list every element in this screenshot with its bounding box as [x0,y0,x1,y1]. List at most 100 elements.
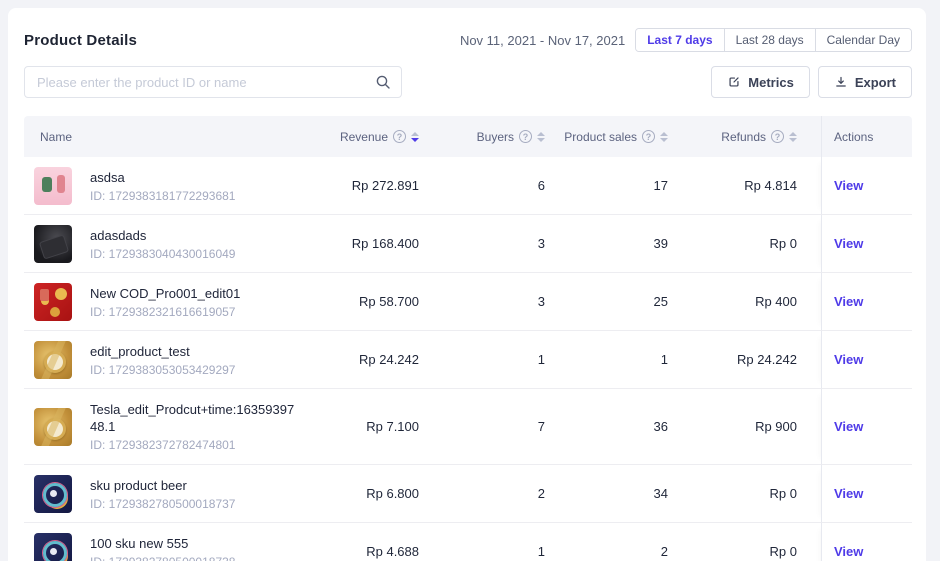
date-controls: Nov 11, 2021 - Nov 17, 2021 Last 7 days … [460,28,912,52]
date-range-label: Nov 11, 2021 - Nov 17, 2021 [460,33,625,48]
table-header-revenue[interactable]: Revenue ? [304,116,443,157]
product-thumbnail [34,167,72,205]
table-header-actions: Actions [821,116,912,157]
product-thumbnail [34,408,72,446]
buyers-value: 2 [443,465,569,523]
download-icon [834,75,848,89]
table-row: adasdads ID: 1729383040430016049 Rp 168.… [24,215,912,273]
sort-icon[interactable] [660,132,668,142]
product-name: 100 sku new 555 [90,535,235,552]
buyers-value: 1 [443,523,569,561]
view-link[interactable]: View [834,294,863,309]
product-search-input[interactable] [24,66,402,98]
refunds-value: Rp 0 [692,523,821,561]
date-range-segmented-control: Last 7 days Last 28 days Calendar Day [635,28,912,52]
view-link[interactable]: View [834,486,863,501]
product-name: sku product beer [90,477,235,494]
product-thumbnail [34,225,72,263]
product-details-card: Product Details Nov 11, 2021 - Nov 17, 2… [8,8,926,561]
product-id: ID: 1729383053053429297 [90,363,235,377]
refunds-value: Rp 900 [692,389,821,465]
range-option-last-7-days[interactable]: Last 7 days [636,29,723,51]
table-header-product-sales[interactable]: Product sales ? [569,116,692,157]
table-row: New COD_Pro001_edit01 ID: 17293823216166… [24,273,912,331]
range-option-calendar-day[interactable]: Calendar Day [815,29,911,51]
product-sales-value: 2 [569,523,692,561]
table-row: Tesla_edit_Prodcut+time:1635939748.1 ID:… [24,389,912,465]
revenue-value: Rp 4.688 [304,523,443,561]
buyers-value: 3 [443,215,569,273]
product-sales-value: 34 [569,465,692,523]
products-table-wrap: Name Revenue ? Buyers ? [24,116,912,561]
product-name: New COD_Pro001_edit01 [90,285,240,302]
table-header-row: Name Revenue ? Buyers ? [24,116,912,157]
revenue-value: Rp 6.800 [304,465,443,523]
metrics-button[interactable]: Metrics [711,66,810,98]
product-id: ID: 1729383181772293681 [90,189,235,203]
help-icon[interactable]: ? [393,130,406,143]
product-name: edit_product_test [90,343,235,360]
product-id: ID: 1729382372782474801 [90,438,296,452]
help-icon[interactable]: ? [519,130,532,143]
buyers-value: 3 [443,273,569,331]
table-header-buyers[interactable]: Buyers ? [443,116,569,157]
product-id: ID: 1729382321616619057 [90,305,240,319]
table-body: asdsa ID: 1729383181772293681 Rp 272.891… [24,157,912,561]
buyers-value: 1 [443,331,569,389]
view-link[interactable]: View [834,352,863,367]
product-id: ID: 1729382780500018737 [90,497,235,511]
refunds-value: Rp 4.814 [692,157,821,215]
sort-icon[interactable] [789,132,797,142]
product-search [24,66,402,98]
export-button-label: Export [855,75,896,90]
help-icon[interactable]: ? [642,130,655,143]
refunds-value: Rp 24.242 [692,331,821,389]
refunds-value: Rp 0 [692,465,821,523]
sort-icon[interactable] [411,132,419,142]
table-row: sku product beer ID: 1729382780500018737… [24,465,912,523]
range-option-last-28-days[interactable]: Last 28 days [724,29,815,51]
view-link[interactable]: View [834,544,863,559]
product-sales-value: 39 [569,215,692,273]
revenue-value: Rp 272.891 [304,157,443,215]
product-sales-value: 25 [569,273,692,331]
page-header: Product Details Nov 11, 2021 - Nov 17, 2… [8,8,926,52]
product-sales-value: 17 [569,157,692,215]
revenue-value: Rp 24.242 [304,331,443,389]
view-link[interactable]: View [834,419,863,434]
product-name: asdsa [90,169,235,186]
product-thumbnail [34,341,72,379]
table-row: asdsa ID: 1729383181772293681 Rp 272.891… [24,157,912,215]
product-sales-value: 36 [569,389,692,465]
refunds-value: Rp 400 [692,273,821,331]
view-link[interactable]: View [834,178,863,193]
revenue-value: Rp 168.400 [304,215,443,273]
buyers-value: 6 [443,157,569,215]
revenue-value: Rp 7.100 [304,389,443,465]
table-header-name: Name [24,116,304,157]
toolbar: Metrics Export [8,66,926,98]
product-thumbnail [34,533,72,561]
action-buttons: Metrics Export [711,66,912,98]
metrics-button-label: Metrics [748,75,794,90]
table-row: 100 sku new 555 ID: 1729382780500018738 … [24,523,912,561]
product-id: ID: 1729383040430016049 [90,247,235,261]
refunds-value: Rp 0 [692,215,821,273]
buyers-value: 7 [443,389,569,465]
product-thumbnail [34,283,72,321]
page-title: Product Details [24,32,137,49]
sort-icon[interactable] [537,132,545,142]
product-name: Tesla_edit_Prodcut+time:1635939748.1 [90,401,296,435]
product-id: ID: 1729382780500018738 [90,555,235,561]
product-name: adasdads [90,227,235,244]
help-icon[interactable]: ? [771,130,784,143]
revenue-value: Rp 58.700 [304,273,443,331]
products-table: Name Revenue ? Buyers ? [24,116,912,561]
export-button[interactable]: Export [818,66,912,98]
table-header-refunds[interactable]: Refunds ? [692,116,821,157]
view-link[interactable]: View [834,236,863,251]
edit-metrics-icon [727,75,741,89]
product-thumbnail [34,475,72,513]
search-icon[interactable] [375,74,391,90]
product-sales-value: 1 [569,331,692,389]
